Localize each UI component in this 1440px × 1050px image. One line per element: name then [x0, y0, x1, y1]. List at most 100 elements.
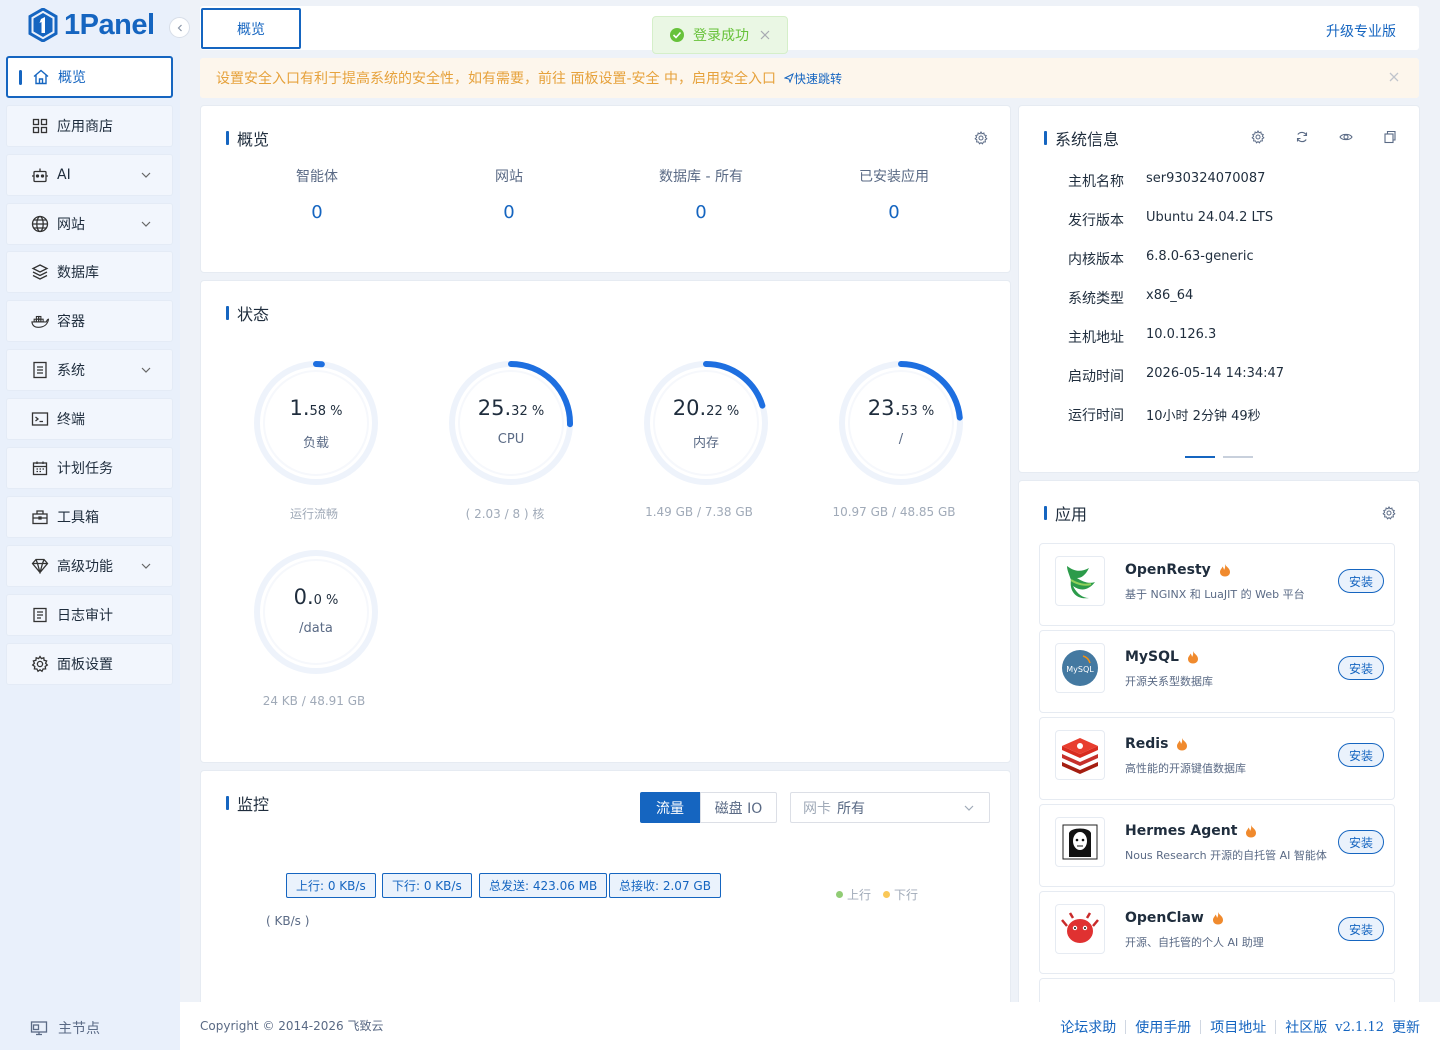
gauge-value: 20.22 % [641, 396, 771, 420]
app-name-text: Hermes Agent [1125, 823, 1238, 839]
sidebar-item-cron[interactable]: 计划任务 [6, 447, 173, 489]
quick-jump-label: 快速跳转 [793, 71, 842, 86]
legend-upload[interactable]: 上行 [836, 886, 871, 903]
sidebar-item-label: 系统 [57, 363, 85, 379]
file-icon [31, 361, 49, 379]
gauge-label: / [898, 432, 904, 447]
sidebar-item-system[interactable]: 系统 [6, 349, 173, 391]
sys-key: 运行时间 [1068, 408, 1124, 424]
sidebar-item-website[interactable]: 网站 [6, 203, 173, 245]
sidebar-item-database[interactable]: 数据库 [6, 251, 173, 293]
app-name: MySQL [1125, 649, 1199, 665]
gauge-value: 25.32 % [446, 396, 576, 420]
app-description: 开源、自托管的个人 AI 助理 [1125, 936, 1264, 949]
sidebar-item-ai[interactable]: AI [6, 154, 173, 196]
upload-tag: 上行: 0 KB/s [286, 873, 376, 898]
install-button[interactable]: 安装 [1338, 656, 1384, 680]
gauge-footer: 24 KB / 48.91 GB [262, 694, 366, 708]
carousel-indicator-active[interactable] [1185, 456, 1215, 458]
update-link[interactable]: 更新 [1392, 1017, 1420, 1037]
app-card-hermes-agent[interactable]: Hermes Agent Nous Research 开源的自托管 AI 智能体… [1039, 804, 1395, 887]
mysql-logo: MySQL [1055, 643, 1105, 693]
sidebar-item-appstore[interactable]: 应用商店 [6, 105, 173, 147]
disk-io-toggle-button[interactable]: 磁盘 IO [700, 792, 777, 823]
gauge-cpu[interactable]: 25.32 % CPU [446, 358, 576, 488]
install-button[interactable]: 安装 [1338, 569, 1384, 593]
app-name-text: OpenClaw [1125, 910, 1204, 926]
nic-select[interactable]: 网卡 所有 [790, 792, 990, 823]
fire-icon [1177, 738, 1188, 751]
upgrade-pro-link[interactable]: 升级专业版 [1326, 21, 1396, 41]
tab-overview[interactable]: 概览 [201, 8, 301, 49]
stat-value: 0 [888, 202, 900, 223]
sidebar-item-label: 工具箱 [57, 510, 99, 526]
stat-websites[interactable]: 网站 0 [413, 166, 605, 223]
install-button[interactable]: 安装 [1338, 743, 1384, 767]
nic-value: 所有 [837, 800, 865, 817]
app-card-mysql[interactable]: MySQL MySQL 开源关系型数据库 安装 [1039, 630, 1395, 713]
sidebar-item-terminal[interactable]: 终端 [6, 398, 173, 440]
gauge-memory[interactable]: 20.22 % 内存 [641, 358, 771, 488]
gear-icon[interactable] [1382, 506, 1396, 520]
sidebar-item-label: 面板设置 [57, 657, 113, 673]
gauge-footer: 1.49 GB / 7.38 GB [645, 505, 753, 519]
forum-link[interactable]: 论坛求助 [1060, 1017, 1116, 1037]
gauge-disk-root[interactable]: 23.53 % / [836, 358, 966, 488]
brand-logo[interactable]: 1Panel [28, 6, 155, 44]
sidebar-item-overview[interactable]: 概览 [6, 56, 173, 98]
app-description: Nous Research 开源的自托管 AI 智能体 [1125, 849, 1327, 862]
edition-link[interactable]: 社区版 [1285, 1017, 1327, 1037]
status-card: 状态 1.58 % 负载 运行流畅 25.32 % CPU( 2.03 / 8 ) 核2… [200, 280, 1011, 763]
gear-icon[interactable] [974, 131, 988, 145]
app-card-openresty[interactable]: OpenResty 基于 NGINX 和 LuaJIT 的 Web 平台 安装 [1039, 543, 1395, 626]
sidebar-item-label: 容器 [57, 314, 85, 330]
total-sent-tag: 总发送: 423.06 MB [479, 873, 608, 898]
refresh-icon[interactable] [1295, 130, 1309, 144]
sidebar-item-logs[interactable]: 日志审计 [6, 594, 173, 636]
stat-databases[interactable]: 数据库 - 所有 0 [605, 166, 797, 223]
nic-prefix: 网卡 [803, 800, 831, 817]
sys-value: Ubuntu 24.04.2 LTS [1146, 210, 1274, 225]
toolbox-icon [31, 508, 49, 526]
node-switcher[interactable]: 主节点 [30, 1018, 100, 1038]
sys-key: 内核版本 [1068, 252, 1124, 268]
gauge-footer: 10.97 GB / 48.85 GB [832, 505, 956, 519]
sys-value: 10.0.126.3 [1146, 327, 1217, 342]
carousel-indicator[interactable] [1223, 456, 1253, 458]
app-name: Hermes Agent [1125, 823, 1257, 839]
install-button[interactable]: 安装 [1338, 917, 1384, 941]
legend-dot [836, 891, 843, 898]
sidebar-item-advanced[interactable]: 高级功能 [6, 545, 173, 587]
gauge-load[interactable]: 1.58 % 负载 [251, 358, 381, 488]
app-card-redis[interactable]: Redis 高性能的开源键值数据库 安装 [1039, 717, 1395, 800]
gear-icon[interactable] [1251, 130, 1265, 144]
quick-jump-link[interactable]: 快速跳转 [783, 70, 842, 87]
gauge-ring [644, 361, 768, 485]
legend-download[interactable]: 下行 [883, 886, 918, 903]
close-icon[interactable] [1387, 70, 1401, 84]
traffic-toggle-button[interactable]: 流量 [640, 792, 700, 823]
gauge-label: /data [299, 621, 333, 636]
collapse-sidebar-button[interactable] [169, 17, 190, 38]
sidebar-item-settings[interactable]: 面板设置 [6, 643, 173, 685]
sidebar-item-label: 网站 [57, 217, 85, 233]
login-success-toast: 登录成功 [652, 16, 788, 54]
project-link[interactable]: 项目地址 [1210, 1017, 1266, 1037]
manual-link[interactable]: 使用手册 [1135, 1017, 1191, 1037]
grid-icon [31, 117, 49, 135]
stat-label: 网站 [495, 169, 523, 185]
sidebar-item-container[interactable]: 容器 [6, 300, 173, 342]
close-icon[interactable] [759, 29, 771, 41]
legend-dot [883, 891, 890, 898]
gauge-unit: % [527, 404, 545, 419]
gauge-disk-data[interactable]: 0.0 % /data [251, 547, 381, 677]
copy-icon[interactable] [1383, 130, 1397, 144]
sidebar-item-toolbox[interactable]: 工具箱 [6, 496, 173, 538]
app-card-openclaw[interactable]: OpenClaw 开源、自托管的个人 AI 助理 安装 [1039, 891, 1395, 974]
eye-icon[interactable] [1339, 130, 1353, 144]
node-label: 主节点 [58, 1021, 100, 1037]
version-label: v2.1.12 [1335, 1019, 1384, 1035]
install-button[interactable]: 安装 [1338, 830, 1384, 854]
stat-agents[interactable]: 智能体 0 [221, 166, 413, 223]
stat-installed-apps[interactable]: 已安装应用 0 [798, 166, 990, 223]
